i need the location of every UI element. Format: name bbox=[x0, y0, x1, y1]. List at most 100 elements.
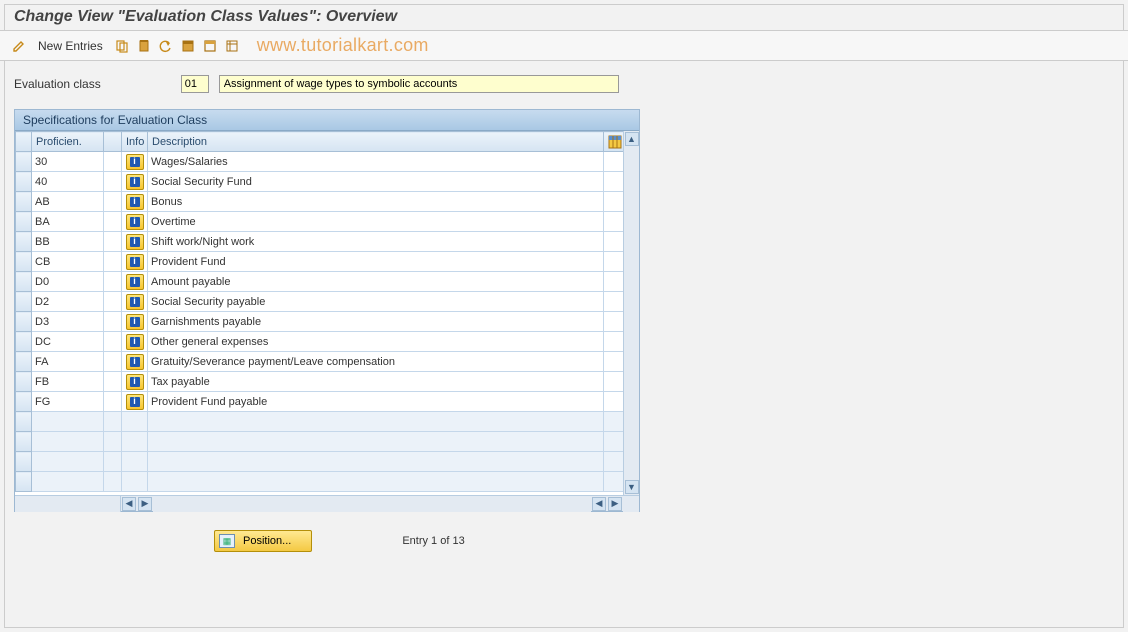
cell-proficiency[interactable]: AB bbox=[32, 192, 104, 212]
info-icon[interactable]: i bbox=[126, 214, 144, 230]
cell-info[interactable]: i bbox=[122, 192, 148, 212]
cell-proficiency[interactable]: CB bbox=[32, 252, 104, 272]
cell-blank bbox=[104, 272, 122, 292]
cell-info[interactable]: i bbox=[122, 332, 148, 352]
row-selector[interactable] bbox=[16, 252, 32, 272]
select-all-header[interactable] bbox=[16, 132, 32, 152]
cell-info[interactable]: i bbox=[122, 172, 148, 192]
row-selector[interactable] bbox=[16, 172, 32, 192]
position-button[interactable]: ▦ Position... bbox=[214, 530, 312, 552]
row-selector[interactable] bbox=[16, 452, 32, 472]
copy-as-icon[interactable] bbox=[113, 37, 131, 55]
info-icon[interactable]: i bbox=[126, 334, 144, 350]
cell-proficiency[interactable]: BA bbox=[32, 212, 104, 232]
cell-description[interactable]: Social Security payable bbox=[148, 292, 604, 312]
info-icon[interactable]: i bbox=[126, 194, 144, 210]
cell-proficiency[interactable]: FG bbox=[32, 392, 104, 412]
table-row: FA iGratuity/Severance payment/Leave comp… bbox=[16, 352, 624, 372]
cell-description[interactable]: Gratuity/Severance payment/Leave compens… bbox=[148, 352, 604, 372]
cell-proficiency[interactable]: BB bbox=[32, 232, 104, 252]
info-icon[interactable]: i bbox=[126, 274, 144, 290]
cell-proficiency[interactable]: D2 bbox=[32, 292, 104, 312]
info-icon[interactable]: i bbox=[126, 394, 144, 410]
table-settings-icon[interactable] bbox=[223, 37, 241, 55]
scroll-down-icon[interactable]: ▼ bbox=[625, 480, 639, 494]
row-selector[interactable] bbox=[16, 412, 32, 432]
cell-trailing bbox=[604, 332, 624, 352]
cell-description[interactable]: Social Security Fund bbox=[148, 172, 604, 192]
row-selector[interactable] bbox=[16, 192, 32, 212]
vertical-scrollbar[interactable]: ▲ ▼ bbox=[623, 131, 639, 495]
delete-icon[interactable] bbox=[135, 37, 153, 55]
evaluation-class-desc-input[interactable] bbox=[219, 75, 619, 93]
row-selector[interactable] bbox=[16, 392, 32, 412]
evaluation-class-label: Evaluation class bbox=[14, 77, 101, 91]
row-selector[interactable] bbox=[16, 352, 32, 372]
info-icon[interactable]: i bbox=[126, 174, 144, 190]
cell-description[interactable]: Wages/Salaries bbox=[148, 152, 604, 172]
row-selector[interactable] bbox=[16, 152, 32, 172]
row-selector[interactable] bbox=[16, 472, 32, 492]
cell-proficiency[interactable]: 40 bbox=[32, 172, 104, 192]
row-selector[interactable] bbox=[16, 372, 32, 392]
scroll-left-end-icon[interactable]: ◀ bbox=[592, 497, 606, 511]
cell-proficiency[interactable]: FA bbox=[32, 352, 104, 372]
deselect-all-icon[interactable] bbox=[201, 37, 219, 55]
info-icon[interactable]: i bbox=[126, 354, 144, 370]
cell-info[interactable]: i bbox=[122, 272, 148, 292]
toggle-change-icon[interactable] bbox=[10, 37, 28, 55]
row-selector[interactable] bbox=[16, 332, 32, 352]
col-info[interactable]: Info bbox=[122, 132, 148, 152]
new-entries-button[interactable]: New Entries bbox=[32, 37, 109, 55]
cell-description[interactable]: Bonus bbox=[148, 192, 604, 212]
cell-info[interactable]: i bbox=[122, 212, 148, 232]
cell-description[interactable]: Shift work/Night work bbox=[148, 232, 604, 252]
cell-description[interactable]: Other general expenses bbox=[148, 332, 604, 352]
scroll-up-icon[interactable]: ▲ bbox=[625, 132, 639, 146]
cell-info[interactable]: i bbox=[122, 252, 148, 272]
cell-info[interactable]: i bbox=[122, 392, 148, 412]
table-config-icon[interactable] bbox=[604, 132, 624, 152]
info-icon[interactable]: i bbox=[126, 154, 144, 170]
cell-info[interactable]: i bbox=[122, 352, 148, 372]
evaluation-class-code-input[interactable] bbox=[181, 75, 209, 93]
cell-description[interactable]: Tax payable bbox=[148, 372, 604, 392]
scroll-right-icon[interactable]: ▶ bbox=[138, 497, 152, 511]
cell-description[interactable]: Overtime bbox=[148, 212, 604, 232]
cell-info[interactable]: i bbox=[122, 292, 148, 312]
col-description[interactable]: Description bbox=[148, 132, 604, 152]
cell-info[interactable]: i bbox=[122, 372, 148, 392]
info-icon[interactable]: i bbox=[126, 234, 144, 250]
row-selector[interactable] bbox=[16, 432, 32, 452]
cell-proficiency[interactable]: D3 bbox=[32, 312, 104, 332]
cell-description[interactable]: Provident Fund payable bbox=[148, 392, 604, 412]
cell-trailing bbox=[604, 272, 624, 292]
select-all-icon[interactable] bbox=[179, 37, 197, 55]
cell-proficiency[interactable]: D0 bbox=[32, 272, 104, 292]
row-selector[interactable] bbox=[16, 212, 32, 232]
row-selector[interactable] bbox=[16, 292, 32, 312]
cell-description[interactable]: Amount payable bbox=[148, 272, 604, 292]
info-icon[interactable]: i bbox=[126, 374, 144, 390]
cell-proficiency[interactable]: 30 bbox=[32, 152, 104, 172]
cell-description[interactable]: Garnishments payable bbox=[148, 312, 604, 332]
info-icon[interactable]: i bbox=[126, 294, 144, 310]
cell-description[interactable]: Provident Fund bbox=[148, 252, 604, 272]
cell-info[interactable]: i bbox=[122, 312, 148, 332]
scroll-right-end-icon[interactable]: ▶ bbox=[608, 497, 622, 511]
cell-info[interactable]: i bbox=[122, 152, 148, 172]
info-icon[interactable]: i bbox=[126, 254, 144, 270]
scroll-left-icon[interactable]: ◀ bbox=[122, 497, 136, 511]
undo-icon[interactable] bbox=[157, 37, 175, 55]
row-selector[interactable] bbox=[16, 272, 32, 292]
entry-count: Entry 1 of 13 bbox=[402, 535, 464, 547]
row-selector[interactable] bbox=[16, 312, 32, 332]
col-proficiency[interactable]: Proficien. bbox=[32, 132, 104, 152]
row-selector[interactable] bbox=[16, 232, 32, 252]
cell-info[interactable]: i bbox=[122, 232, 148, 252]
horizontal-scrollbar[interactable]: ◀ ▶ ◀ ▶ bbox=[15, 495, 639, 511]
table-row: BA iOvertime bbox=[16, 212, 624, 232]
cell-proficiency[interactable]: DC bbox=[32, 332, 104, 352]
cell-proficiency[interactable]: FB bbox=[32, 372, 104, 392]
info-icon[interactable]: i bbox=[126, 314, 144, 330]
